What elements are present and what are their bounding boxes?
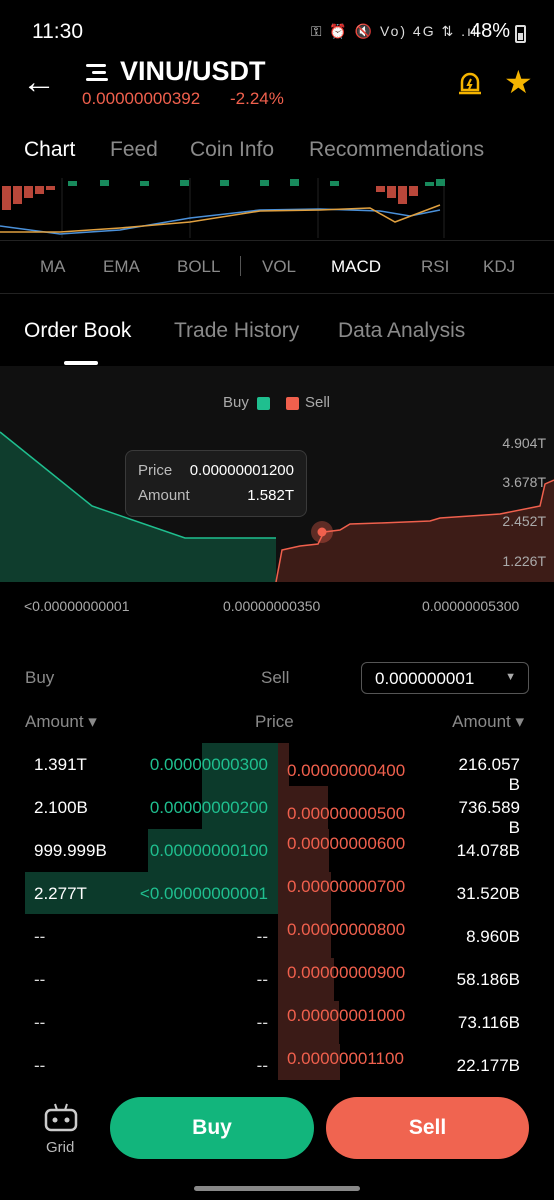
home-indicator[interactable] <box>194 1186 360 1191</box>
sell-price[interactable]: 0.00000000700 <box>287 877 405 897</box>
buy-button[interactable]: Buy <box>110 1097 314 1159</box>
order-book-row[interactable]: -- -- 0.00000000900 58.186B <box>0 958 554 1001</box>
buy-amount: -- <box>34 927 46 946</box>
order-book-row[interactable]: 1.391T 0.00000000300 0.00000000400 216.0… <box>0 743 554 794</box>
buy-price[interactable]: -- <box>257 1056 268 1076</box>
order-book-row[interactable]: -- -- 0.00000000800 8.960B <box>0 915 554 958</box>
buy-amount: 2.277T <box>34 884 87 903</box>
buy-price[interactable]: -- <box>257 1013 268 1033</box>
order-book-row[interactable]: 999.999B 0.00000000100 0.00000000600 14.… <box>0 829 554 872</box>
sell-price[interactable]: 0.00000000400 <box>287 761 405 781</box>
depth-cursor-dot <box>317 527 327 537</box>
buy-amount: 2.100B <box>34 798 88 817</box>
buy-price[interactable]: 0.00000000100 <box>150 841 268 861</box>
price-change: -2.24% <box>230 89 284 108</box>
depth-x-tick: 0.00000005300 <box>422 598 520 614</box>
tab-order-book[interactable]: Order Book <box>24 319 131 343</box>
indicator-rsi[interactable]: RSI <box>421 257 449 277</box>
battery-icon <box>515 25 526 43</box>
indicator-boll[interactable]: BOLL <box>177 257 220 277</box>
indicator-ma[interactable]: MA <box>40 257 66 277</box>
indicator-ema[interactable]: EMA <box>103 257 140 277</box>
tab-trade-history[interactable]: Trade History <box>174 319 299 343</box>
buy-price[interactable]: -- <box>257 927 268 947</box>
buy-amount: 1.391T <box>34 755 87 774</box>
sell-amount: 22.177B <box>456 1056 520 1075</box>
buy-amount: -- <box>34 1056 46 1075</box>
legend-buy-label: Buy <box>223 394 249 411</box>
sell-amount: 31.520B <box>456 884 520 903</box>
pair-title[interactable]: VINU/USDT <box>120 56 266 87</box>
book-buy-label: Buy <box>25 668 55 687</box>
depth-y-tick: 4.904T <box>502 435 546 451</box>
buy-price[interactable]: -- <box>257 970 268 990</box>
buy-price[interactable]: <0.00000000001 <box>140 884 268 904</box>
tooltip-price-value: 0.00000001200 <box>189 462 294 479</box>
status-bar: 11:30 ⚿ ⏰ 🔇 Vo) 4G ⇅ .ıl 48% <box>0 0 554 60</box>
buy-amount: -- <box>34 1013 46 1032</box>
sell-price[interactable]: 0.00000000800 <box>287 920 405 940</box>
chevron-down-icon: ▼ <box>505 671 516 683</box>
tooltip-price-label: Price <box>138 462 173 479</box>
legend-sell-label: Sell <box>305 394 331 411</box>
favorite-star-icon[interactable]: ★ <box>504 66 533 98</box>
sell-price[interactable]: 0.00000001000 <box>287 1006 405 1026</box>
sell-amount: 58.186B <box>456 970 520 989</box>
tab-recommendations[interactable]: Recommendations <box>309 138 484 162</box>
col-price: Price <box>255 712 294 731</box>
sell-price[interactable]: 0.00000000900 <box>287 963 405 983</box>
tab-coin-info[interactable]: Coin Info <box>190 138 274 162</box>
indicator-kdj[interactable]: KDJ <box>483 257 515 277</box>
sell-price[interactable]: 0.00000000500 <box>287 804 405 824</box>
col-amount-sell[interactable]: Amount ▾ <box>452 712 524 732</box>
order-book-row[interactable]: 2.100B 0.00000000200 0.00000000500 736.5… <box>0 786 554 837</box>
buy-price[interactable]: 0.00000000200 <box>150 798 268 818</box>
price-alert-icon[interactable] <box>456 70 484 98</box>
buy-amount: -- <box>34 970 46 989</box>
last-price: 0.00000000392 <box>82 89 201 108</box>
indicator-macd[interactable]: MACD <box>331 257 381 277</box>
order-book-row[interactable]: 2.277T <0.00000000001 0.00000000700 31.5… <box>0 872 554 915</box>
depth-tooltip: Price 0.00000001200 Amount 1.582T <box>125 450 307 517</box>
tooltip-amount-label: Amount <box>138 487 190 504</box>
depth-y-tick: 2.452T <box>502 513 546 529</box>
grid-label[interactable]: Grid <box>46 1139 74 1156</box>
indicator-vol[interactable]: VOL <box>262 257 296 277</box>
order-tab-indicator <box>64 361 98 365</box>
depth-x-tick: 0.00000000350 <box>223 598 321 614</box>
tab-data-analysis[interactable]: Data Analysis <box>338 319 465 343</box>
book-sell-label: Sell <box>261 668 290 687</box>
tab-chart[interactable]: Chart <box>24 138 75 162</box>
buy-price[interactable]: 0.00000000300 <box>150 755 268 775</box>
precision-value: 0.000000001 <box>375 669 475 688</box>
sell-button[interactable]: Sell <box>326 1097 529 1159</box>
sell-price[interactable]: 0.00000001100 <box>287 1049 404 1069</box>
status-time: 11:30 <box>32 20 83 43</box>
col-amount-buy[interactable]: Amount ▾ <box>25 712 97 732</box>
battery-percent: 48% <box>469 20 510 42</box>
back-arrow-icon[interactable]: ← <box>22 62 62 102</box>
depth-y-tick: 1.226T <box>502 553 546 569</box>
status-icons: ⚿ ⏰ 🔇 Vo) 4G ⇅ .ıl <box>310 23 478 39</box>
pair-menu-icon[interactable] <box>86 62 110 84</box>
tab-feed[interactable]: Feed <box>110 138 158 162</box>
sell-price[interactable]: 0.00000000600 <box>287 834 405 854</box>
sell-amount: 14.078B <box>456 841 520 860</box>
depth-x-tick: <0.00000000001 <box>24 598 130 614</box>
tooltip-amount-value: 1.582T <box>247 487 294 504</box>
sell-amount: 73.116B <box>457 1013 520 1032</box>
order-book-row[interactable]: -- -- 0.00000001100 22.177B <box>0 1044 554 1087</box>
legend-sell-swatch <box>286 397 299 410</box>
indicator-divider <box>240 256 241 276</box>
legend-buy-swatch <box>257 397 270 410</box>
order-book-row[interactable]: -- -- 0.00000001000 73.116B <box>0 1001 554 1044</box>
buy-amount: 999.999B <box>34 841 107 860</box>
macd-chart[interactable] <box>0 178 554 238</box>
grid-bot-icon[interactable] <box>42 1102 80 1134</box>
sell-amount: 8.960B <box>466 927 520 946</box>
depth-y-tick: 3.678T <box>502 474 546 490</box>
precision-select[interactable]: 0.000000001 ▼ <box>361 662 529 694</box>
